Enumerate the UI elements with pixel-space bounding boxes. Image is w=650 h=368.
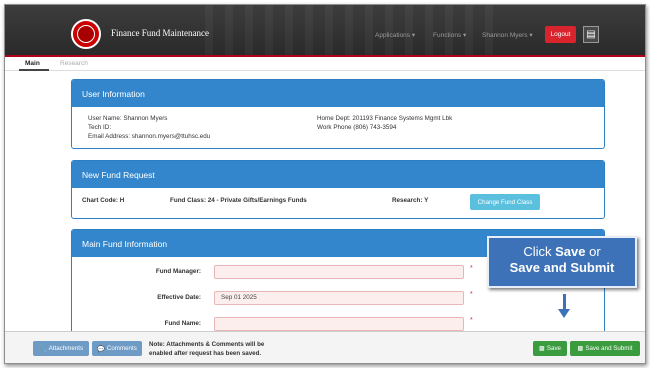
required-marker: * [470, 265, 473, 272]
user-information-panel: User Information User Name: Shannon Myer… [71, 79, 605, 149]
university-seal-icon [71, 19, 101, 49]
comments-label: Comments [106, 345, 137, 352]
instruction-callout: Click Save or Save and Submit [487, 236, 637, 288]
logout-button[interactable]: Logout [545, 26, 576, 43]
fund-manager-input[interactable] [214, 265, 464, 279]
research-flag: Research: Y [392, 197, 429, 204]
comment-icon: 💬 [97, 345, 105, 353]
fund-class: Fund Class: 24 - Private Gifts/Earnings … [170, 197, 307, 204]
note-line-2: enabled after request has been saved. [149, 350, 262, 357]
required-marker: * [470, 291, 473, 298]
callout-text: or [585, 244, 601, 259]
callout-text: Click [523, 244, 556, 259]
top-navbar: Finance Fund Maintenance Applications ▾ … [5, 5, 645, 55]
change-fund-class-button[interactable]: Change Fund Class [470, 194, 540, 210]
new-fund-request-panel: New Fund Request Chart Code: H Fund Clas… [71, 160, 605, 219]
header-background [205, 5, 505, 55]
tab-bar: Main Research [5, 57, 645, 71]
nav-applications-menu[interactable]: Applications ▾ [375, 31, 415, 39]
save-button[interactable]: ▩ Save [533, 341, 567, 356]
nav-user-menu[interactable]: Shannon Myers ▾ [482, 31, 533, 39]
tab-main-indicator [19, 69, 49, 71]
save-label: Save [546, 345, 561, 352]
app-window: Finance Fund Maintenance Applications ▾ … [4, 4, 646, 364]
app-title: Finance Fund Maintenance [111, 28, 209, 38]
save-icon: ▩ [577, 345, 584, 352]
required-marker: * [470, 317, 473, 324]
chart-code: Chart Code: H [82, 197, 125, 204]
effective-date-label: Effective Date: [157, 294, 201, 301]
panel-title: New Fund Request [72, 161, 604, 188]
fund-manager-label: Fund Manager: [155, 268, 201, 275]
fund-name-label: Fund Name: [164, 320, 201, 327]
email-address: Email Address: shannon.myers@ttuhsc.edu [88, 133, 211, 140]
footer-note: Note: Attachments & Comments will be ena… [149, 340, 264, 358]
home-dept: Home Dept: 201193 Finance Systems Mgmt L… [317, 115, 453, 122]
tab-research[interactable]: Research [60, 60, 88, 67]
save-icon: ▩ [539, 345, 545, 352]
fund-name-input[interactable] [214, 317, 464, 331]
document-icon[interactable]: ▤ [583, 26, 599, 43]
note-line-1: Note: Attachments & Comments will be [149, 341, 265, 348]
tab-main[interactable]: Main [25, 60, 40, 67]
nav-functions-menu[interactable]: Functions ▾ [433, 31, 466, 39]
comments-button[interactable]: 💬 Comments [92, 341, 142, 356]
save-submit-label: Save and Submit [585, 345, 633, 352]
down-arrow-head-icon [558, 309, 570, 318]
tech-id: Tech ID: [88, 124, 112, 131]
effective-date-input[interactable]: Sep 01 2025 [214, 291, 464, 305]
user-name: User Name: Shannon Myers [88, 115, 168, 122]
callout-save-word: Save [555, 244, 586, 259]
action-footer: 📎 Attachments 💬 Comments Note: Attachmen… [5, 331, 645, 363]
work-phone: Work Phone (806) 743-3594 [317, 124, 397, 131]
callout-save-submit-text: Save and Submit [509, 260, 615, 275]
down-arrow-icon [563, 294, 566, 310]
attachments-label: Attachments [48, 345, 84, 352]
paperclip-icon: 📎 [38, 345, 47, 353]
attachments-button[interactable]: 📎 Attachments [33, 341, 89, 356]
save-and-submit-button[interactable]: ▩ Save and Submit [570, 341, 640, 356]
panel-title: User Information [72, 80, 604, 107]
